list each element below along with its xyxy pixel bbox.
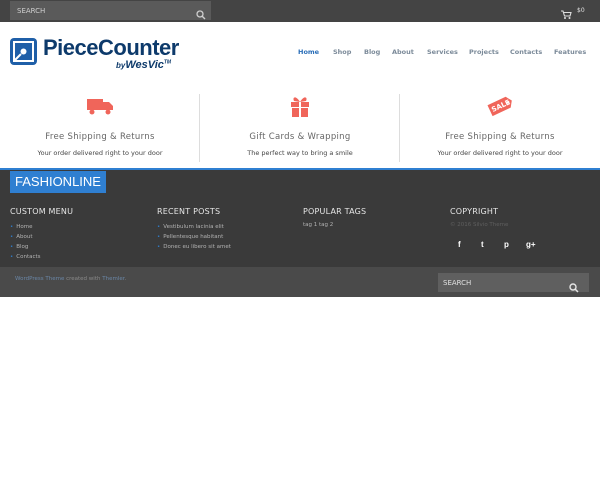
gift-icon xyxy=(289,94,311,122)
recent-post-item[interactable]: • Vestibulum lacinia elit xyxy=(157,222,231,232)
recent-post-item[interactable]: • Pellentesque habitant xyxy=(157,232,231,242)
nav-about[interactable]: About xyxy=(392,48,414,56)
bottom-bar: WordPress Theme created with Themler. xyxy=(0,267,600,297)
nav-home[interactable]: Home xyxy=(298,48,319,56)
footer-brand[interactable]: FASHIONLINE xyxy=(10,171,106,193)
search-icon[interactable] xyxy=(569,278,579,297)
bullet-icon: • xyxy=(157,234,161,240)
bottom-search-box[interactable] xyxy=(438,273,589,293)
logo-sub-prefix: by xyxy=(116,61,126,70)
recent-post-label: Pellentesque habitant xyxy=(163,234,224,240)
feature-subtitle: The perfect way to bring a smile xyxy=(247,149,353,157)
site-header: PieceCounter byWesVicTM Home Shop Blog A… xyxy=(0,22,600,82)
recent-posts-title: RECENT POSTS xyxy=(157,207,221,216)
bullet-icon: • xyxy=(10,244,14,250)
feature-title: Free Shipping & Returns xyxy=(45,132,155,142)
feature-gift: Gift Cards & Wrapping The perfect way to… xyxy=(200,82,400,164)
top-search-input[interactable] xyxy=(10,1,190,20)
custom-menu-item-label: Contacts xyxy=(16,254,41,260)
logo-text: PieceCounter xyxy=(43,35,179,60)
nav-contacts[interactable]: Contacts xyxy=(510,48,542,56)
site-footer: FASHIONLINE CUSTOM MENU • Home • About • Bl… xyxy=(0,170,600,267)
footer-copyright: COPYRIGHT © 2016 Silvio Theme xyxy=(450,207,508,228)
features-row: Free Shipping & Returns Your order deliv… xyxy=(0,82,600,170)
feature-subtitle: Your order delivered right to your door xyxy=(37,149,163,157)
cart-amount[interactable]: $0 xyxy=(577,7,585,14)
tag-list[interactable]: tag 1 tag 2 xyxy=(303,222,366,228)
site-logo[interactable]: PieceCounter byWesVicTM xyxy=(10,35,180,80)
nav-features[interactable]: Features xyxy=(554,48,586,56)
logo-mark-icon xyxy=(10,38,37,65)
bullet-icon: • xyxy=(157,224,161,230)
recent-post-item[interactable]: • Donec eu libero sit amet xyxy=(157,242,231,252)
copyright-text: © 2016 Silvio Theme xyxy=(450,222,509,228)
popular-tags-title: POPULAR TAGS xyxy=(303,207,367,216)
bullet-icon: • xyxy=(157,244,161,250)
custom-menu-item[interactable]: • Blog xyxy=(10,242,73,252)
recent-post-label: Vestibulum lacinia elit xyxy=(163,224,224,230)
bullet-icon: • xyxy=(10,234,14,240)
feature-subtitle: Your order delivered right to your door xyxy=(437,149,563,157)
bullet-icon: • xyxy=(10,254,14,260)
nav-shop[interactable]: Shop xyxy=(333,48,351,56)
credit-mid: created with xyxy=(64,276,103,282)
credit-text: WordPress Theme created with Themler. xyxy=(15,276,126,282)
logo-sub-brand: WesVic xyxy=(125,59,164,71)
feature-sale: SALE Free Shipping & Returns Your order … xyxy=(400,82,600,164)
custom-menu-item-label: About xyxy=(16,234,33,240)
recent-post-label: Donec eu libero sit amet xyxy=(163,244,231,250)
feature-title: Gift Cards & Wrapping xyxy=(249,132,351,142)
truck-icon xyxy=(86,96,114,120)
custom-menu-item[interactable]: • Home xyxy=(10,222,73,232)
nav-services[interactable]: Services xyxy=(427,48,458,56)
logo-subtext: byWesVicTM xyxy=(116,59,171,71)
top-bar: $0 xyxy=(0,0,600,22)
footer-recent-posts: RECENT POSTS • Vestibulum lacinia elit • P… xyxy=(157,207,231,252)
feature-title: Free Shipping & Returns xyxy=(445,132,555,142)
copyright-title: COPYRIGHT xyxy=(450,207,499,216)
custom-menu-title: CUSTOM MENU xyxy=(10,207,74,216)
pinterest-icon[interactable]: p xyxy=(504,240,509,249)
google-plus-icon[interactable]: g+ xyxy=(526,240,536,249)
custom-menu-item-label: Home xyxy=(16,224,33,230)
facebook-icon[interactable]: f xyxy=(458,240,461,249)
footer-custom-menu: CUSTOM MENU • Home • About • Blog • Contacts xyxy=(10,207,73,262)
footer-popular-tags: POPULAR TAGS tag 1 tag 2 xyxy=(303,207,366,228)
nav-projects[interactable]: Projects xyxy=(469,48,499,56)
themler-link[interactable]: Themler xyxy=(102,276,124,282)
tumblr-icon[interactable]: t xyxy=(481,240,484,249)
wordpress-theme-link[interactable]: WordPress Theme xyxy=(15,276,64,282)
credit-end: . xyxy=(124,276,127,282)
bottom-search-input[interactable] xyxy=(438,273,563,292)
feature-shipping: Free Shipping & Returns Your order deliv… xyxy=(0,82,200,164)
logo-sub-tm: TM xyxy=(163,59,172,66)
sale-tag-icon: SALE xyxy=(485,94,515,122)
top-search-box[interactable] xyxy=(10,1,211,20)
nav-blog[interactable]: Blog xyxy=(364,48,380,56)
custom-menu-item[interactable]: • Contacts xyxy=(10,252,73,262)
bullet-icon: • xyxy=(10,224,14,230)
custom-menu-item[interactable]: • About xyxy=(10,232,73,242)
custom-menu-item-label: Blog xyxy=(16,244,29,250)
